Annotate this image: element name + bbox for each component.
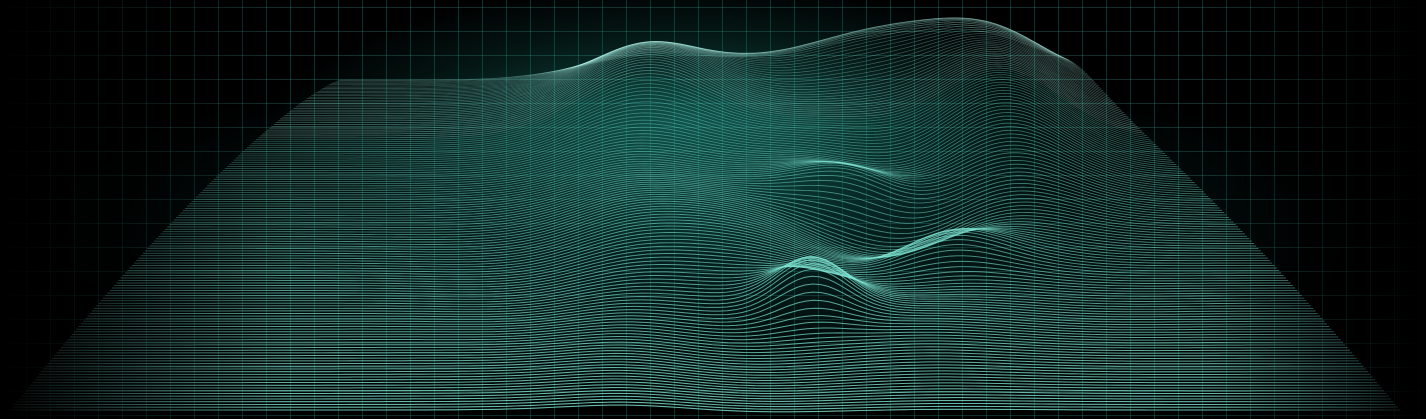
edge-fade	[0, 0, 1426, 419]
terrain-lines	[0, 0, 1426, 419]
wireframe-terrain-scene	[0, 0, 1426, 419]
